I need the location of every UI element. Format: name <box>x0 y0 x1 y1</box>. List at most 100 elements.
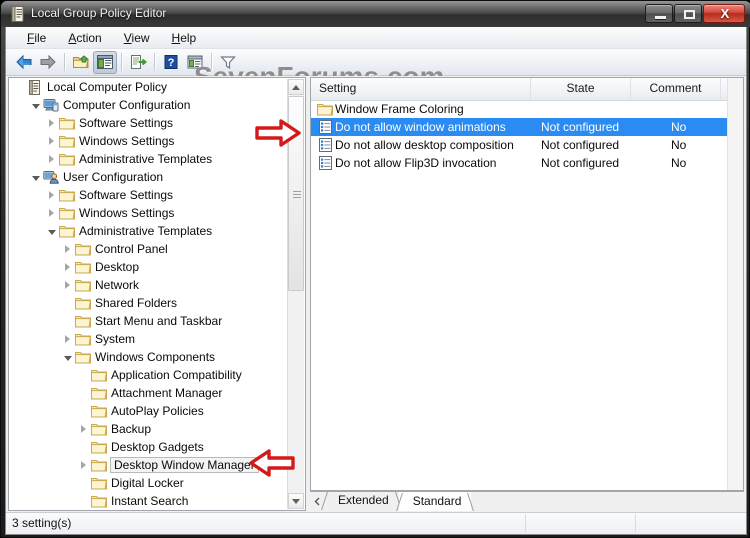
folder-icon <box>59 226 75 238</box>
tree-item[interactable]: Desktop <box>9 258 289 276</box>
scrollbar-thumb[interactable] <box>288 96 304 291</box>
expander-placeholder <box>77 366 90 384</box>
scroll-down-button[interactable] <box>288 493 304 509</box>
folder-icon <box>75 244 91 256</box>
show-hide-tree-button[interactable] <box>93 50 117 74</box>
column-header-state[interactable]: State <box>531 78 631 100</box>
up-one-level-button[interactable] <box>69 51 93 74</box>
tree-item[interactable]: Instant Search <box>9 492 289 510</box>
expand-chevron-icon[interactable] <box>77 456 90 474</box>
expand-chevron-icon[interactable] <box>45 114 58 132</box>
tree-item-label: Attachment Manager <box>111 386 223 400</box>
scroll-up-button[interactable] <box>288 79 304 95</box>
expand-chevron-icon[interactable] <box>61 258 74 276</box>
tree-item[interactable]: Administrative Templates <box>9 150 289 168</box>
expand-chevron-icon[interactable] <box>61 276 74 294</box>
policy-setting-icon <box>318 120 332 134</box>
expand-chevron-icon[interactable] <box>45 132 58 150</box>
column-header-setting[interactable]: Setting <box>311 78 531 100</box>
table-row[interactable]: Do not allow desktop composition Not conf… <box>311 136 743 154</box>
tree-item[interactable]: Control Panel <box>9 240 289 258</box>
tab-extended[interactable]: Extended <box>321 492 402 510</box>
minimize-button[interactable] <box>645 4 673 23</box>
filter-button[interactable] <box>216 51 240 74</box>
tree-item[interactable]: Windows Settings <box>9 132 289 150</box>
tree-item[interactable]: Software Settings <box>9 114 289 132</box>
navigation-tree-pane[interactable]: Local Computer Policy Computer Configurat… <box>8 77 306 511</box>
tree-item[interactable]: Desktop Gadgets <box>9 438 289 456</box>
expand-chevron-icon[interactable] <box>45 204 58 222</box>
folder-icon <box>90 367 108 383</box>
tree-vertical-scrollbar[interactable] <box>287 79 304 509</box>
expand-chevron-icon[interactable] <box>61 240 74 258</box>
tree-item[interactable]: Desktop Window Manager <box>9 456 289 474</box>
tab-standard[interactable]: Standard <box>395 492 475 511</box>
tree-item[interactable]: Computer Configuration <box>9 96 289 114</box>
properties-button[interactable] <box>183 51 207 74</box>
folder-icon <box>75 352 91 364</box>
tree-item[interactable]: Shared Folders <box>9 294 289 312</box>
menu-help[interactable]: Help <box>161 29 208 47</box>
folder-icon <box>91 424 107 436</box>
folder-icon <box>59 118 75 130</box>
folder-icon <box>91 370 107 382</box>
help-button[interactable]: ? <box>159 51 183 74</box>
tree-item[interactable]: Start Menu and Taskbar <box>9 312 289 330</box>
tree-item[interactable]: Backup <box>9 420 289 438</box>
tree-item[interactable]: Software Settings <box>9 186 289 204</box>
folder-icon <box>91 388 107 400</box>
expand-chevron-icon[interactable] <box>45 186 58 204</box>
maximize-button[interactable] <box>674 4 702 23</box>
tree-item-label: Desktop Window Manager <box>110 457 259 473</box>
collapse-chevron-icon[interactable] <box>45 222 58 240</box>
title-bar[interactable]: Local Group Policy Editor X <box>1 1 750 27</box>
table-row[interactable]: Do not allow window animations Not config… <box>311 118 743 136</box>
computer-icon <box>42 97 60 113</box>
tree-item[interactable]: Network <box>9 276 289 294</box>
menu-action[interactable]: Action <box>57 29 112 47</box>
expand-chevron-icon[interactable] <box>45 150 58 168</box>
collapse-chevron-icon[interactable] <box>61 348 74 366</box>
table-row[interactable]: Do not allow Flip3D invocation Not config… <box>311 154 743 172</box>
scrollbar-grip <box>293 190 301 198</box>
close-button[interactable]: X <box>703 4 745 23</box>
forward-button[interactable] <box>36 51 60 74</box>
settings-list-pane[interactable]: Setting State Comment Window Frame Color… <box>310 77 744 491</box>
table-row[interactable]: Window Frame Coloring <box>311 100 743 118</box>
menu-file[interactable]: File <box>16 29 57 47</box>
collapse-chevron-icon[interactable] <box>29 168 42 186</box>
view-tabs-container: Extended Standard <box>310 491 744 511</box>
tree-item[interactable]: Application Compatibility <box>9 366 289 384</box>
toolbar-separator <box>211 53 212 71</box>
tree-item-label: Windows Components <box>95 350 216 364</box>
list-vertical-scrollbar-track[interactable] <box>727 78 743 490</box>
policy-document-icon <box>11 6 25 22</box>
tree-item[interactable]: Windows Settings <box>9 204 289 222</box>
tree-item-label: Software Settings <box>79 116 174 130</box>
folder-icon <box>311 102 335 116</box>
arrow-left-icon <box>16 54 32 70</box>
tree-item[interactable]: Digital Locker <box>9 474 289 492</box>
tree-item[interactable]: AutoPlay Policies <box>9 402 289 420</box>
policy-setting-icon <box>311 156 335 170</box>
tree-item-label: User Configuration <box>63 170 164 184</box>
tree-item[interactable]: User Configuration <box>9 168 289 186</box>
column-header-comment[interactable]: Comment <box>631 78 721 100</box>
export-list-button[interactable] <box>126 51 150 74</box>
expand-chevron-icon[interactable] <box>77 420 90 438</box>
tree-item-label: Administrative Templates <box>79 224 213 238</box>
menu-view[interactable]: View <box>113 29 161 47</box>
status-cell-2 <box>526 514 636 533</box>
folder-icon <box>91 442 107 454</box>
expand-chevron-icon[interactable] <box>61 330 74 348</box>
arrow-right-icon <box>40 54 56 70</box>
tree-item[interactable]: Windows Components <box>9 348 289 366</box>
tree-item[interactable]: Attachment Manager <box>9 384 289 402</box>
back-button[interactable] <box>12 51 36 74</box>
tree-item[interactable]: System <box>9 330 289 348</box>
tree-item[interactable]: Local Computer Policy <box>9 78 289 96</box>
collapse-chevron-icon[interactable] <box>29 96 42 114</box>
tree-item-label: Application Compatibility <box>111 368 242 382</box>
menu-action-label-rest: ction <box>76 30 102 45</box>
tree-item[interactable]: Administrative Templates <box>9 222 289 240</box>
